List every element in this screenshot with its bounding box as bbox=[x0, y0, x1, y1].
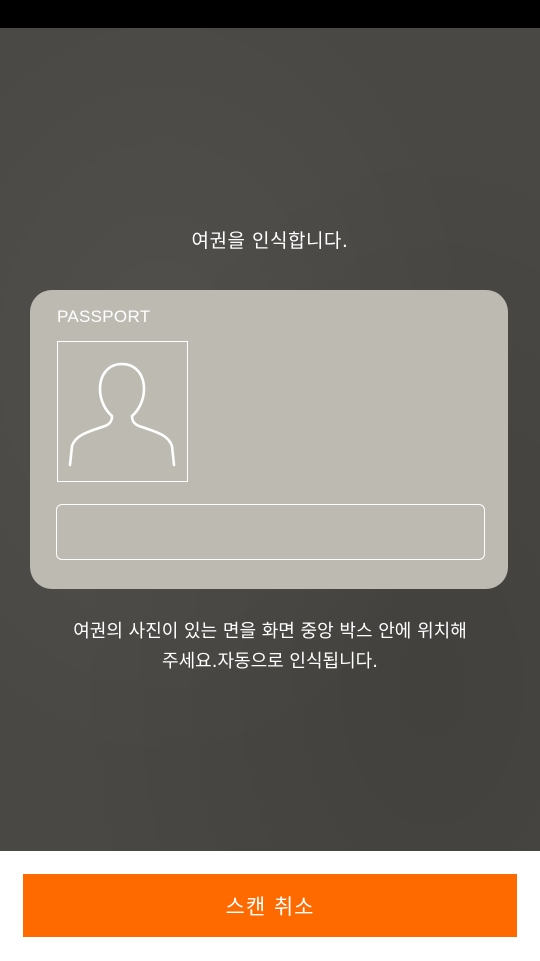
camera-preview: 여권을 인식합니다. PASSPORT 여권의 사진이 있는 면을 화면 중앙 … bbox=[0, 28, 540, 851]
passport-guide-frame: PASSPORT bbox=[30, 290, 508, 589]
photo-guide-box bbox=[57, 341, 188, 482]
bottom-bar: 스캔 취소 bbox=[0, 851, 540, 961]
status-bar bbox=[0, 0, 540, 28]
mrz-guide-box bbox=[56, 504, 485, 560]
person-silhouette-icon bbox=[68, 362, 176, 467]
instruction-line-2: 주세요.자동으로 인식됩니다. bbox=[162, 651, 378, 672]
instruction-text: 여권의 사진이 있는 면을 화면 중앙 박스 안에 위치해 주세요.자동으로 인… bbox=[0, 617, 540, 677]
passport-label: PASSPORT bbox=[57, 307, 151, 326]
scan-title: 여권을 인식합니다. bbox=[191, 230, 349, 252]
instruction-line-1: 여권의 사진이 있는 면을 화면 중앙 박스 안에 위치해 bbox=[73, 621, 467, 642]
cancel-scan-button[interactable]: 스캔 취소 bbox=[23, 874, 517, 937]
